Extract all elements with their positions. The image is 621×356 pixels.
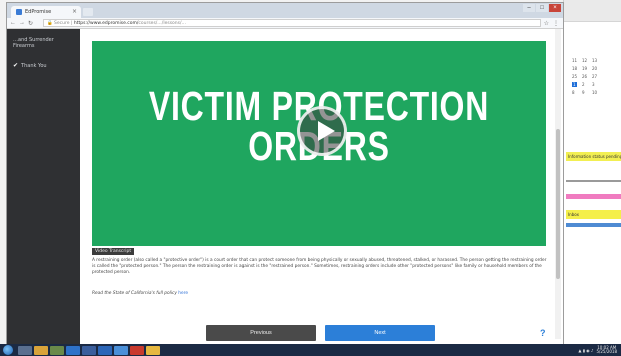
next-button[interactable]: Next bbox=[325, 325, 435, 341]
sidebar-item-thank-you[interactable]: ✔ Thank You bbox=[7, 62, 80, 70]
star-icon[interactable]: ☆ bbox=[544, 20, 549, 27]
play-button[interactable] bbox=[297, 106, 347, 156]
course-sidebar: …and Surrender Firearms ✔ Thank You bbox=[7, 29, 80, 346]
outlook-icon[interactable] bbox=[98, 345, 112, 355]
toolbar-right: ☆ ⋮ bbox=[544, 20, 559, 27]
system-tray: ▲ ▮ ◉ ♪ 10:02 AM 5/25/2018 bbox=[578, 344, 617, 356]
address-path: courses/…/lessons/… bbox=[138, 21, 186, 26]
taskbar-app-icon[interactable] bbox=[114, 345, 128, 355]
transcript-label: Video Transcript bbox=[92, 248, 135, 255]
close-window-button[interactable]: × bbox=[549, 4, 561, 12]
clock-date: 5/25/2018 bbox=[596, 349, 617, 354]
maximize-button[interactable]: □ bbox=[536, 4, 548, 12]
close-tab-icon[interactable]: × bbox=[72, 8, 77, 15]
scrollbar[interactable] bbox=[555, 29, 561, 339]
read-more-text: Read the State of California's full poli… bbox=[92, 291, 179, 296]
play-icon bbox=[318, 121, 335, 141]
new-tab-button[interactable] bbox=[83, 8, 93, 16]
minimize-button[interactable]: – bbox=[523, 4, 535, 12]
address-url: https://www.edpromise.com/ bbox=[73, 21, 139, 26]
background-calendar-app: 11 12 13 18 19 20 25 26 27 123 8 9 10 bbox=[563, 0, 621, 344]
background-app-titlebar bbox=[564, 0, 621, 22]
forward-icon[interactable]: → bbox=[19, 20, 25, 27]
help-icon[interactable]: ? bbox=[540, 328, 546, 338]
window-controls: – □ × bbox=[523, 4, 561, 12]
favicon-icon bbox=[16, 9, 22, 15]
sidebar-item-label: Thank You bbox=[21, 63, 47, 69]
screen: 11 12 13 18 19 20 25 26 27 123 8 9 10 Informatio… bbox=[0, 0, 621, 356]
back-icon[interactable]: ← bbox=[10, 20, 16, 27]
reload-icon[interactable]: ↻ bbox=[28, 20, 33, 27]
tray-icons[interactable]: ▲ ▮ ◉ ♪ bbox=[578, 348, 593, 353]
pdf-icon[interactable] bbox=[130, 345, 144, 355]
taskbar-app-icon[interactable] bbox=[50, 345, 64, 355]
browser-window: EdPromise × – □ × ← → ↻ 🔒 Secure | https… bbox=[6, 2, 564, 346]
mini-calendar: 11 12 13 18 19 20 25 26 27 123 8 9 10 bbox=[572, 58, 598, 95]
video-player[interactable]: VICTIM PROTECTION ORDERS bbox=[92, 41, 546, 246]
browser-ie-icon[interactable] bbox=[66, 345, 80, 355]
windows-taskbar: ▲ ▮ ◉ ♪ 10:02 AM 5/25/2018 bbox=[0, 344, 621, 356]
folder-icon[interactable] bbox=[34, 345, 48, 355]
menu-icon[interactable]: ⋮ bbox=[553, 20, 559, 27]
address-scheme: Secure bbox=[54, 21, 70, 26]
nav-buttons: ← → ↻ bbox=[10, 20, 33, 27]
address-bar[interactable]: 🔒 Secure | https://www.edpromise.com/cou… bbox=[43, 19, 541, 27]
lesson-content: VICTIM PROTECTION ORDERS Video Transcrip… bbox=[80, 29, 563, 346]
taskbar-app-icon[interactable] bbox=[18, 345, 32, 355]
scrollbar-thumb[interactable] bbox=[556, 129, 560, 279]
background-task-yellow: Information status pending re... bbox=[566, 152, 621, 161]
windows-start-icon[interactable] bbox=[0, 344, 16, 356]
lesson-description: A restraining order (also called a "prot… bbox=[92, 258, 547, 275]
taskbar-app-icon[interactable] bbox=[82, 345, 96, 355]
lock-icon: 🔒 bbox=[47, 21, 53, 26]
read-more: Read the State of California's full poli… bbox=[92, 291, 188, 296]
check-icon: ✔ bbox=[13, 62, 19, 69]
browser-toolbar: ← → ↻ 🔒 Secure | https://www.edpromise.c… bbox=[7, 18, 563, 29]
background-task-yellow-2: Inbox bbox=[566, 210, 621, 219]
tab-strip: EdPromise × – □ × bbox=[7, 3, 563, 18]
previous-button[interactable]: Previous bbox=[206, 325, 316, 341]
clock[interactable]: 10:02 AM 5/25/2018 bbox=[596, 345, 617, 355]
policy-link[interactable]: here bbox=[178, 291, 188, 296]
background-task-pink bbox=[566, 194, 621, 199]
chrome-icon[interactable] bbox=[146, 345, 160, 355]
background-divider bbox=[566, 180, 621, 182]
tab-title: EdPromise bbox=[25, 9, 52, 15]
sidebar-item-previous[interactable]: …and Surrender Firearms bbox=[7, 29, 80, 49]
browser-tab[interactable]: EdPromise × bbox=[11, 6, 81, 18]
background-task-blue bbox=[566, 223, 621, 227]
